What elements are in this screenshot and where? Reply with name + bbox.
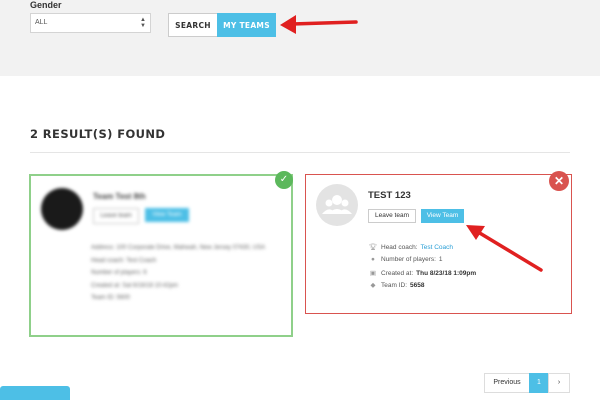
tab-search[interactable]: SEARCH [168,13,218,37]
team-info-list: Address: 100 Corporate Drive, Mahwah, Ne… [91,242,291,305]
head-coach-row: 🏆︎ Head coach: Test Coach [368,243,454,252]
created-value: Thu 8/23/18 1:09pm [416,269,477,277]
info-line: Created at: Sat 6/16/18 10:42pm [91,282,179,289]
view-team-button[interactable]: View Team [421,209,464,223]
leave-team-button[interactable]: Leave team [93,208,139,224]
filter-panel [0,0,600,76]
select-arrows-icon: ▲ ▼ [140,17,146,29]
calendar-icon: ▣ [369,270,377,277]
gender-select[interactable]: ALL ▲ ▼ [30,13,151,33]
players-value: 1 [438,256,443,263]
info-line: Team ID: 5600 [91,295,131,301]
players-label: Number of players: [381,256,436,263]
pagination-page-1[interactable]: 1 [529,373,549,393]
info-line: Number of players: 6 [91,270,147,276]
trophy-icon: 🏆︎ [368,244,378,251]
check-icon: ✓ [275,171,293,189]
results-count-title: 2 RESULT(S) FOUND [30,127,166,141]
view-team-button[interactable]: View Team [145,208,189,222]
bottom-button[interactable] [0,386,70,400]
created-row: ▣ Created at: Thu 8/23/18 1:09pm [368,269,477,278]
players-row: ● Number of players: 1 [368,256,443,263]
team-card-blurred: Team Test 8th Leave team View Team Addre… [29,174,293,337]
team-id-value: 5658 [410,281,425,289]
team-card-title: Team Test 8th [93,192,146,201]
team-logo [41,188,83,230]
tag-icon: ◆ [370,282,376,289]
created-label: Created at: [381,269,414,277]
info-line: Address: 100 Corporate Drive, Mahwah, Ne… [91,245,266,251]
team-name: TEST 123 [368,190,411,201]
close-icon[interactable]: ✕ [549,171,569,191]
leave-team-button[interactable]: Leave team [368,209,416,223]
head-coach-link[interactable]: Test Coach [421,244,454,251]
gender-label: Gender [30,0,62,10]
tab-my-teams[interactable]: MY TEAMS [217,13,276,37]
person-icon: ● [371,256,375,263]
pagination-previous[interactable]: Previous [484,373,530,393]
group-icon [316,184,358,226]
gender-select-value: ALL [35,19,48,26]
pagination-next[interactable]: › [548,373,570,393]
team-id-row: ◆ Team ID: 5658 [368,281,425,290]
divider [30,152,570,153]
info-line: Head coach: Test Coach [91,257,157,264]
head-coach-label: Head coach: [381,243,418,251]
team-id-label: Team ID: [381,281,408,289]
